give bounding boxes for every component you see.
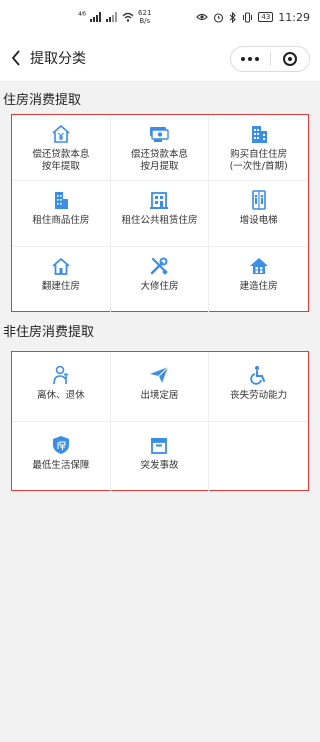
bluetooth-icon bbox=[230, 11, 237, 23]
cash-stack-icon bbox=[148, 123, 170, 145]
empty-grid-cell bbox=[209, 422, 308, 492]
net-speed-unit: B/s bbox=[139, 17, 151, 25]
status-right: 43 11:29 bbox=[196, 11, 310, 24]
elevator-icon bbox=[248, 189, 270, 211]
grid-item-emigrate[interactable]: 出境定居 bbox=[110, 352, 210, 422]
housing-grid: 偿还贷款本息 按年提取 偿还贷款本息 按月提取 购买自住住房 (一次性/首期) … bbox=[11, 114, 309, 313]
more-dot bbox=[241, 57, 246, 61]
grid-item-buy-home[interactable]: 购买自住住房 (一次性/首期) bbox=[209, 115, 308, 181]
grid-item-label: 租住公共租赁住房 bbox=[121, 215, 198, 226]
grid-item-repay-monthly[interactable]: 偿还贷款本息 按月提取 bbox=[110, 115, 210, 181]
wifi-icon bbox=[122, 12, 134, 22]
grid-item-label: 出境定居 bbox=[140, 390, 179, 401]
retiree-icon bbox=[50, 364, 72, 386]
status-time: 11:29 bbox=[278, 10, 310, 24]
net-speed-value: 621 bbox=[138, 9, 152, 17]
more-dot bbox=[248, 57, 253, 61]
building-icon bbox=[50, 189, 72, 211]
grid-item-label: 租住商品住房 bbox=[32, 215, 90, 226]
paper-plane-icon bbox=[148, 364, 170, 386]
grid-item-label: 最低生活保障 bbox=[32, 460, 90, 471]
more-dot bbox=[255, 57, 260, 61]
tools-icon bbox=[148, 255, 170, 277]
grid-item-label: 增设电梯 bbox=[239, 215, 278, 226]
vibrate-icon bbox=[243, 12, 253, 22]
battery-icon: 43 bbox=[258, 12, 274, 22]
eye-icon bbox=[196, 13, 209, 21]
wheelchair-icon bbox=[248, 364, 270, 386]
page-title: 提取分类 bbox=[30, 50, 86, 67]
grid-item-retirement[interactable]: 离休、退休 bbox=[12, 352, 111, 422]
house-outline-icon bbox=[50, 255, 72, 277]
box-icon bbox=[148, 434, 170, 456]
grid-item-rent-commercial[interactable]: 租住商品住房 bbox=[12, 181, 111, 247]
section-title-non-housing: 非住房消费提取 bbox=[3, 325, 95, 340]
grid-item-rebuild-home[interactable]: 翻建住房 bbox=[12, 247, 111, 313]
house-solid-icon bbox=[248, 255, 270, 277]
back-button[interactable] bbox=[6, 46, 26, 70]
grid-item-label: 建造住房 bbox=[239, 281, 278, 292]
grid-item-rent-public[interactable]: 租住公共租赁住房 bbox=[110, 181, 210, 247]
house-yen-icon bbox=[50, 123, 72, 145]
nav-bar: 提取分类 bbox=[0, 34, 320, 82]
grid-item-disability[interactable]: 丧失劳动能力 bbox=[209, 352, 308, 422]
grid-item-label: 丧失劳动能力 bbox=[230, 390, 288, 401]
grid-item-label: 大修住房 bbox=[140, 281, 179, 292]
grid-item-repair-home[interactable]: 大修住房 bbox=[111, 247, 210, 313]
network-label: ⁴⁶ bbox=[78, 11, 87, 22]
apartment-icon bbox=[148, 189, 170, 211]
shield-bao-icon bbox=[50, 434, 72, 456]
grid-item-label: 购买自住住房 (一次性/首期) bbox=[229, 149, 288, 172]
grid-item-accident[interactable]: 突发事故 bbox=[111, 422, 210, 492]
grid-item-add-elevator[interactable]: 增设电梯 bbox=[209, 181, 308, 247]
non-housing-grid: 离休、退休 出境定居 丧失劳动能力 最低生活保障 突发事故 bbox=[11, 351, 309, 492]
grid-item-label: 离休、退休 bbox=[37, 390, 85, 401]
grid-item-build-home[interactable]: 建造住房 bbox=[209, 247, 308, 313]
close-button[interactable] bbox=[271, 47, 310, 71]
signal-icon-secondary bbox=[106, 12, 118, 22]
grid-item-label: 突发事故 bbox=[140, 460, 179, 471]
chevron-left-icon bbox=[11, 49, 20, 66]
grid-item-label: 偿还贷款本息 按年提取 bbox=[32, 149, 90, 172]
alarm-icon bbox=[214, 12, 224, 23]
grid-item-label: 偿还贷款本息 按月提取 bbox=[130, 149, 188, 172]
more-button[interactable] bbox=[231, 47, 270, 71]
mini-program-capsule bbox=[230, 46, 310, 72]
close-ring-icon bbox=[282, 52, 297, 66]
building-icon bbox=[248, 123, 270, 145]
net-speed: 621 B/s bbox=[138, 9, 151, 25]
close-dot bbox=[287, 57, 292, 61]
section-title-housing: 住房消费提取 bbox=[3, 93, 82, 108]
status-bar: ⁴⁶ 621 B/s 43 11:29 bbox=[0, 0, 320, 34]
status-left: ⁴⁶ 621 B/s bbox=[78, 9, 151, 25]
signal-icon bbox=[90, 12, 102, 22]
grid-item-repay-yearly[interactable]: 偿还贷款本息 按年提取 bbox=[12, 115, 111, 181]
grid-item-minimum-living[interactable]: 最低生活保障 bbox=[12, 422, 111, 492]
grid-item-label: 翻建住房 bbox=[41, 281, 80, 292]
